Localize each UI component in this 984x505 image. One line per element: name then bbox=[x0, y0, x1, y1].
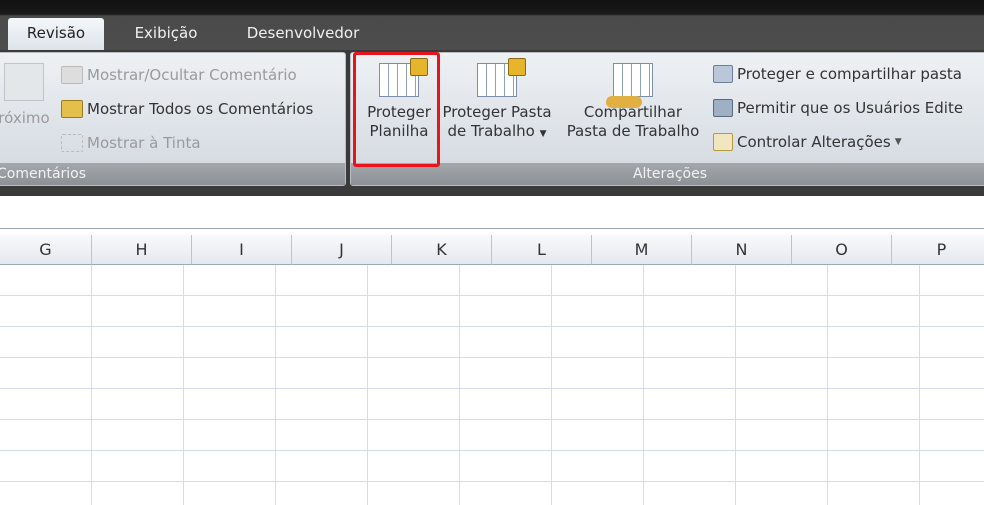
mostrar-tinta-button[interactable]: Mostrar à Tinta bbox=[61, 134, 201, 152]
next-comment-icon bbox=[4, 63, 44, 101]
column-header-G[interactable]: G bbox=[0, 235, 92, 265]
chevron-down-icon: ▼ bbox=[894, 137, 902, 147]
label: Controlar Alterações bbox=[737, 133, 891, 151]
permitir-edicao-button[interactable]: Permitir que os Usuários Edite bbox=[713, 99, 963, 117]
mostrar-todos-button[interactable]: Mostrar Todos os Comentários bbox=[61, 100, 313, 118]
column-header-I[interactable]: I bbox=[192, 235, 292, 265]
protect-share-icon bbox=[713, 65, 733, 83]
label: Mostrar Todos os Comentários bbox=[87, 100, 314, 118]
cell-grid[interactable] bbox=[0, 265, 984, 505]
tab-desenvolvedor[interactable]: Desenvolvedor bbox=[228, 18, 378, 50]
proteger-compartilhar-button[interactable]: Proteger e compartilhar pasta bbox=[713, 65, 962, 83]
column-header-J[interactable]: J bbox=[292, 235, 392, 265]
column-header-N[interactable]: N bbox=[692, 235, 792, 265]
label: Mostrar à Tinta bbox=[87, 134, 201, 152]
label: Proteger Pasta bbox=[442, 103, 552, 121]
column-header-O[interactable]: O bbox=[792, 235, 892, 265]
label: Permitir que os Usuários Edite bbox=[737, 99, 964, 117]
ribbon: róximo Mostrar/Ocultar Comentário Mostra… bbox=[0, 50, 984, 190]
label: Mostrar/Ocultar Comentário bbox=[87, 66, 297, 84]
chevron-down-icon: ▼ bbox=[539, 129, 547, 139]
comment-icon bbox=[61, 66, 83, 84]
track-changes-icon bbox=[713, 133, 733, 151]
group-alteracoes: Proteger Planilha Proteger Pasta de Trab… bbox=[350, 52, 984, 186]
compartilhar-button[interactable]: Compartilhar Pasta de Trabalho bbox=[561, 63, 705, 141]
proteger-pasta-button[interactable]: Proteger Pasta de Trabalho ▼ bbox=[439, 58, 555, 144]
label: de Trabalho bbox=[447, 122, 535, 140]
column-header-L[interactable]: L bbox=[492, 235, 592, 265]
column-header-H[interactable]: H bbox=[92, 235, 192, 265]
allow-users-icon bbox=[713, 99, 733, 117]
tab-revisao[interactable]: Revisão bbox=[8, 18, 104, 50]
label: Proteger e compartilhar pasta bbox=[737, 65, 962, 83]
group-label: Alterações bbox=[351, 163, 984, 185]
formula-bar[interactable] bbox=[0, 190, 984, 235]
tab-exibicao[interactable]: Exibição bbox=[118, 18, 214, 50]
column-header-P[interactable]: P bbox=[892, 235, 984, 265]
ink-icon bbox=[61, 134, 83, 152]
label: Pasta de Trabalho bbox=[566, 122, 700, 140]
column-header-M[interactable]: M bbox=[592, 235, 692, 265]
column-header-K[interactable]: K bbox=[392, 235, 492, 265]
group-label: Comentários bbox=[0, 163, 345, 185]
protect-workbook-icon bbox=[477, 58, 526, 97]
proximo-button[interactable]: róximo bbox=[0, 63, 51, 128]
comments-icon bbox=[61, 100, 83, 118]
proximo-label: róximo bbox=[0, 109, 50, 127]
group-comentarios: róximo Mostrar/Ocultar Comentário Mostra… bbox=[0, 52, 346, 186]
controlar-alteracoes-button[interactable]: Controlar Alterações ▼ bbox=[713, 133, 902, 151]
share-workbook-icon bbox=[606, 63, 653, 108]
highlight-box bbox=[353, 52, 440, 167]
mostrar-ocultar-button[interactable]: Mostrar/Ocultar Comentário bbox=[61, 66, 297, 84]
